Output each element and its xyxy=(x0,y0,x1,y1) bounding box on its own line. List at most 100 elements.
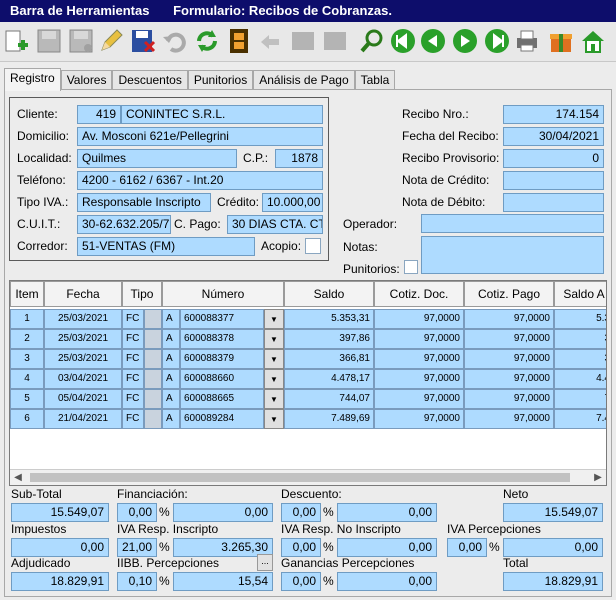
cell-fecha[interactable]: 25/03/2021 xyxy=(44,309,122,329)
cell-saldo-a[interactable]: 7 xyxy=(554,389,606,409)
cell-fecha[interactable]: 03/04/2021 xyxy=(44,369,122,389)
table-row[interactable]: 5 05/04/2021 FC A 600088665 ▼ 744,07 97,0000 97,… xyxy=(10,389,606,409)
col-cotiz-doc[interactable]: Cotiz. Doc. xyxy=(374,281,464,307)
cp-field[interactable]: 1878 xyxy=(275,149,323,168)
cell-numero[interactable]: 600088379 xyxy=(180,349,264,369)
cell-saldo[interactable]: 5.353,31 xyxy=(284,309,374,329)
cell-numero[interactable]: 600089284 xyxy=(180,409,264,429)
cell-saldo[interactable]: 7.489,69 xyxy=(284,409,374,429)
scroll-left-icon[interactable]: ◀ xyxy=(10,470,26,485)
search-icon[interactable] xyxy=(358,26,388,56)
col-tipo[interactable]: Tipo xyxy=(122,281,162,307)
cell-item[interactable]: 3 xyxy=(10,349,44,369)
cell-fecha[interactable]: 25/03/2021 xyxy=(44,349,122,369)
tipo-selector-cell[interactable] xyxy=(144,329,162,349)
tab-valores[interactable]: Valores xyxy=(60,70,113,90)
cell-cotiz-pago[interactable]: 97,0000 xyxy=(464,349,554,369)
col-item[interactable]: Item xyxy=(10,281,44,307)
cell-tipo[interactable]: FC xyxy=(122,369,144,389)
cell-item[interactable]: 6 xyxy=(10,409,44,429)
numero-dropdown-icon[interactable]: ▼ xyxy=(264,409,284,429)
scrollbar-thumb[interactable] xyxy=(30,473,570,482)
cell-letra[interactable]: A xyxy=(162,349,180,369)
cell-tipo[interactable]: FC xyxy=(122,389,144,409)
neto-field[interactable]: 15.549,07 xyxy=(503,503,603,522)
cell-saldo[interactable]: 366,81 xyxy=(284,349,374,369)
cell-numero[interactable]: 600088665 xyxy=(180,389,264,409)
cell-tipo[interactable]: FC xyxy=(122,309,144,329)
add-record-icon[interactable] xyxy=(2,26,32,56)
delete-save-icon[interactable] xyxy=(128,26,158,56)
col-cotiz-pago[interactable]: Cotiz. Pago xyxy=(464,281,554,307)
tipo-iva-field[interactable]: Responsable Inscripto xyxy=(77,193,211,212)
nota-debito-field[interactable] xyxy=(503,193,604,212)
cell-item[interactable]: 4 xyxy=(10,369,44,389)
iva-percepciones-value-field[interactable]: 0,00 xyxy=(503,538,603,557)
tab-descuentos[interactable]: Descuentos xyxy=(112,70,188,90)
col-saldo[interactable]: Saldo xyxy=(284,281,374,307)
edit-pencil-icon[interactable] xyxy=(96,26,126,56)
col-fecha[interactable]: Fecha xyxy=(44,281,122,307)
table-row[interactable]: 3 25/03/2021 FC A 600088379 ▼ 366,81 97,0000 97,… xyxy=(10,349,606,369)
cell-letra[interactable]: A xyxy=(162,309,180,329)
undo-disabled-icon[interactable] xyxy=(160,26,190,56)
list-disabled-icon[interactable] xyxy=(288,26,318,56)
col-numero[interactable]: Número xyxy=(162,281,284,307)
next-record-icon[interactable] xyxy=(450,26,480,56)
cell-cotiz-doc[interactable]: 97,0000 xyxy=(374,349,464,369)
tipo-selector-cell[interactable] xyxy=(144,389,162,409)
punitorios-checkbox[interactable] xyxy=(404,260,418,274)
tipo-selector-cell[interactable] xyxy=(144,409,162,429)
cell-letra[interactable]: A xyxy=(162,389,180,409)
iibb-more-button[interactable]: ... xyxy=(257,554,273,571)
financiacion-pct-field[interactable]: 0,00 xyxy=(117,503,157,522)
telefono-field[interactable]: 4200 - 6162 / 6367 - Int.20 xyxy=(77,171,323,190)
cell-saldo-a[interactable]: 3 xyxy=(554,329,606,349)
cell-saldo-a[interactable]: 7.4 xyxy=(554,409,606,429)
cpago-field[interactable]: 30 DIAS CTA. CTE xyxy=(227,215,323,234)
cliente-name-field[interactable]: CONINTEC S.R.L. xyxy=(121,105,323,124)
horizontal-scrollbar[interactable]: ◀ ▶ xyxy=(10,469,606,485)
cliente-code-field[interactable]: 419 xyxy=(77,105,121,124)
cuit-field[interactable]: 30-62.632.205/7 xyxy=(77,215,171,234)
tab-tabla[interactable]: Tabla xyxy=(354,70,396,90)
descuento-value-field[interactable]: 0,00 xyxy=(337,503,437,522)
fecha-recibo-field[interactable]: 30/04/2021 xyxy=(503,127,604,146)
cell-fecha[interactable]: 21/04/2021 xyxy=(44,409,122,429)
return-disabled-icon[interactable] xyxy=(256,26,286,56)
list2-disabled-icon[interactable] xyxy=(320,26,350,56)
numero-dropdown-icon[interactable]: ▼ xyxy=(264,329,284,349)
cell-tipo[interactable]: FC xyxy=(122,409,144,429)
descuento-pct-field[interactable]: 0,00 xyxy=(281,503,321,522)
iva-ri-pct-field[interactable]: 21,00 xyxy=(117,538,157,557)
numero-dropdown-icon[interactable]: ▼ xyxy=(264,309,284,329)
tipo-selector-cell[interactable] xyxy=(144,349,162,369)
last-record-icon[interactable] xyxy=(482,26,512,56)
cell-cotiz-doc[interactable]: 97,0000 xyxy=(374,409,464,429)
nota-credito-field[interactable] xyxy=(503,171,604,190)
table-row[interactable]: 2 25/03/2021 FC A 600088378 ▼ 397,86 97,0000 97,… xyxy=(10,329,606,349)
tipo-selector-cell[interactable] xyxy=(144,309,162,329)
cell-saldo[interactable]: 397,86 xyxy=(284,329,374,349)
cell-cotiz-pago[interactable]: 97,0000 xyxy=(464,389,554,409)
cell-item[interactable]: 1 xyxy=(10,309,44,329)
iibb-pct-field[interactable]: 0,10 xyxy=(117,572,157,591)
adjudicado-field[interactable]: 18.829,91 xyxy=(11,572,109,591)
domicilio-field[interactable]: Av. Mosconi 621e/Pellegrini xyxy=(77,127,323,146)
iva-rni-pct-field[interactable]: 0,00 xyxy=(281,538,321,557)
cell-cotiz-pago[interactable]: 97,0000 xyxy=(464,309,554,329)
cell-letra[interactable]: A xyxy=(162,369,180,389)
notas-field[interactable] xyxy=(421,236,604,274)
subtotal-field[interactable]: 15.549,07 xyxy=(11,503,109,522)
cell-cotiz-doc[interactable]: 97,0000 xyxy=(374,389,464,409)
cell-tipo[interactable]: FC xyxy=(122,349,144,369)
save-as-disabled-icon[interactable] xyxy=(66,26,96,56)
cell-letra[interactable]: A xyxy=(162,409,180,429)
operador-field[interactable] xyxy=(421,214,604,233)
table-row[interactable]: 6 21/04/2021 FC A 600089284 ▼ 7.489,69 97,0000 9… xyxy=(10,409,606,429)
impuestos-field[interactable]: 0,00 xyxy=(11,538,109,557)
localidad-field[interactable]: Quilmes xyxy=(77,149,237,168)
cell-cotiz-pago[interactable]: 97,0000 xyxy=(464,409,554,429)
cell-cotiz-doc[interactable]: 97,0000 xyxy=(374,329,464,349)
cell-saldo-a[interactable]: 5.3 xyxy=(554,309,606,329)
